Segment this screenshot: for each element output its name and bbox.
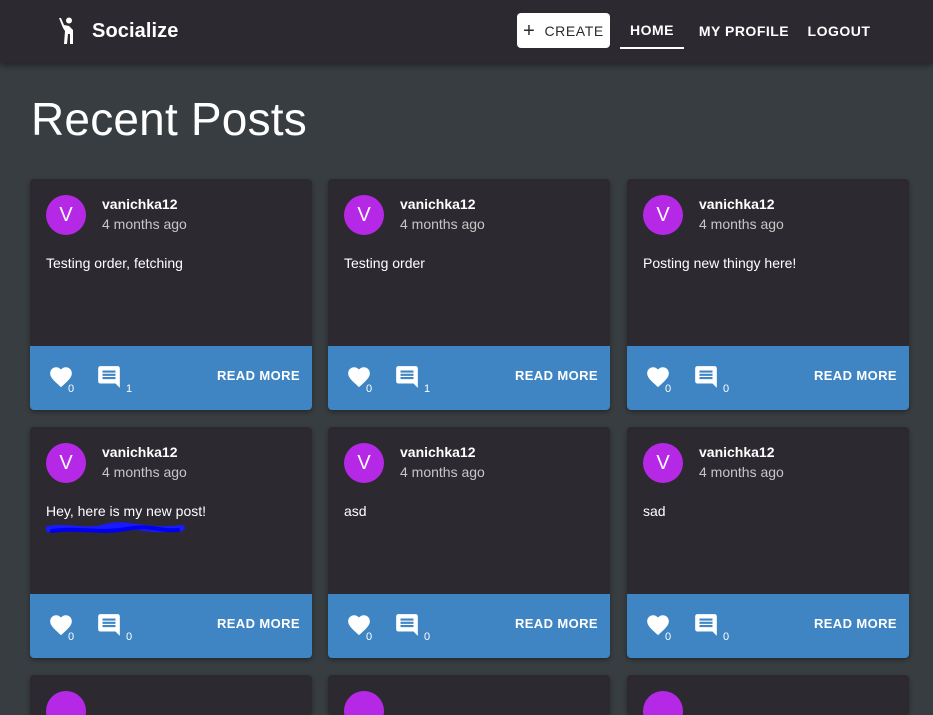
post-actions: 0 0 READ MORE bbox=[30, 594, 312, 658]
post-actions: 0 0 READ MORE bbox=[328, 594, 610, 658]
comment-icon bbox=[695, 366, 717, 388]
post-username[interactable]: vanichka12 bbox=[102, 444, 178, 460]
post-content: sad bbox=[643, 503, 666, 519]
post-actions: 0 0 READ MORE bbox=[627, 594, 909, 658]
app-name: Socialize bbox=[92, 19, 179, 42]
comment-count: 0 bbox=[126, 631, 133, 643]
post-content: Testing order, fetching bbox=[46, 255, 183, 271]
post-username[interactable]: vanichka12 bbox=[699, 444, 775, 460]
create-button[interactable]: + CREATE bbox=[517, 13, 610, 48]
like-count: 0 bbox=[665, 383, 672, 395]
post-card-partial bbox=[627, 675, 909, 715]
post-card: V vanichka12 4 months ago Hey, here is m… bbox=[30, 427, 312, 658]
like-count: 0 bbox=[68, 383, 75, 395]
page-title: Recent Posts bbox=[31, 93, 307, 145]
like-count: 0 bbox=[366, 383, 373, 395]
post-card-partial bbox=[30, 675, 312, 715]
comment-count: 0 bbox=[723, 631, 730, 643]
post-card: V vanichka12 4 months ago Testing order,… bbox=[30, 179, 312, 410]
comment-icon bbox=[695, 614, 717, 636]
nav-logout[interactable]: LOGOUT bbox=[804, 13, 874, 49]
app-bar: Socialize + CREATE HOME MY PROFILE LOGOU… bbox=[0, 0, 933, 63]
comment-button[interactable] bbox=[693, 612, 723, 642]
avatar[interactable]: V bbox=[46, 195, 86, 235]
read-more-button[interactable]: READ MORE bbox=[217, 368, 300, 388]
create-label: CREATE bbox=[544, 22, 604, 39]
comment-button[interactable] bbox=[96, 612, 126, 642]
post-content: Hey, here is my new post! bbox=[46, 503, 207, 519]
avatar[interactable]: V bbox=[344, 443, 384, 483]
nav-home[interactable]: HOME bbox=[620, 13, 684, 49]
post-actions: 0 0 READ MORE bbox=[627, 346, 909, 410]
post-timestamp: 4 months ago bbox=[699, 216, 784, 232]
comment-icon bbox=[98, 366, 120, 388]
post-card: V vanichka12 4 months ago Posting new th… bbox=[627, 179, 909, 410]
post-timestamp: 4 months ago bbox=[400, 464, 485, 480]
comment-button[interactable] bbox=[394, 364, 424, 394]
read-more-button[interactable]: READ MORE bbox=[515, 368, 598, 388]
post-content: asd bbox=[344, 503, 367, 519]
read-more-button[interactable]: READ MORE bbox=[217, 616, 300, 636]
comment-icon bbox=[396, 614, 418, 636]
comment-icon bbox=[98, 614, 120, 636]
post-username[interactable]: vanichka12 bbox=[699, 196, 775, 212]
post-timestamp: 4 months ago bbox=[102, 216, 187, 232]
person-waving-icon bbox=[59, 17, 73, 44]
like-count: 0 bbox=[68, 631, 75, 643]
nav-my-profile[interactable]: MY PROFILE bbox=[696, 13, 792, 49]
post-username[interactable]: vanichka12 bbox=[400, 444, 476, 460]
avatar[interactable]: V bbox=[46, 443, 86, 483]
post-username[interactable]: vanichka12 bbox=[102, 196, 178, 212]
redaction-scribble bbox=[46, 522, 185, 533]
post-timestamp: 4 months ago bbox=[400, 216, 485, 232]
post-card: V vanichka12 4 months ago Testing order … bbox=[328, 179, 610, 410]
comment-count: 1 bbox=[126, 383, 133, 395]
post-username[interactable]: vanichka12 bbox=[400, 196, 476, 212]
post-timestamp: 4 months ago bbox=[699, 464, 784, 480]
read-more-button[interactable]: READ MORE bbox=[814, 368, 897, 388]
comment-count: 0 bbox=[424, 631, 431, 643]
like-count: 0 bbox=[366, 631, 373, 643]
post-actions: 0 1 READ MORE bbox=[30, 346, 312, 410]
avatar[interactable]: V bbox=[643, 195, 683, 235]
comment-icon bbox=[396, 366, 418, 388]
comment-button[interactable] bbox=[394, 612, 424, 642]
post-content: Posting new thingy here! bbox=[643, 255, 797, 271]
post-actions: 0 1 READ MORE bbox=[328, 346, 610, 410]
comment-button[interactable] bbox=[96, 364, 126, 394]
post-card-partial bbox=[328, 675, 610, 715]
brand[interactable]: Socialize bbox=[56, 14, 179, 48]
avatar[interactable]: V bbox=[344, 195, 384, 235]
avatar[interactable]: V bbox=[643, 443, 683, 483]
comment-button[interactable] bbox=[693, 364, 723, 394]
post-content: Testing order bbox=[344, 255, 425, 271]
read-more-button[interactable]: READ MORE bbox=[515, 616, 598, 636]
post-card: V vanichka12 4 months ago asd 0 0 READ M… bbox=[328, 427, 610, 658]
read-more-button[interactable]: READ MORE bbox=[814, 616, 897, 636]
comment-count: 1 bbox=[424, 383, 431, 395]
post-timestamp: 4 months ago bbox=[102, 464, 187, 480]
plus-icon: + bbox=[523, 19, 536, 42]
like-count: 0 bbox=[665, 631, 672, 643]
comment-count: 0 bbox=[723, 383, 730, 395]
post-card: V vanichka12 4 months ago sad 0 0 READ M… bbox=[627, 427, 909, 658]
